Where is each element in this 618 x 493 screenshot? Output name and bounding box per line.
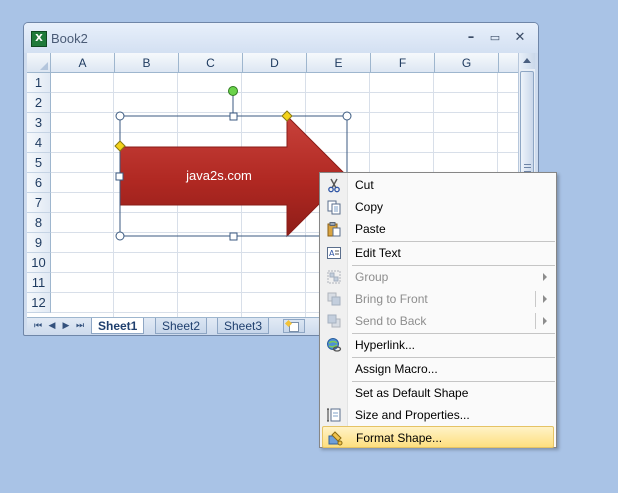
- menu-item-group[interactable]: Group: [322, 266, 554, 288]
- menu-label: Group: [355, 270, 389, 284]
- column-header-d[interactable]: D: [243, 53, 307, 73]
- column-header-c[interactable]: C: [179, 53, 243, 73]
- submenu-divider: [535, 313, 536, 329]
- column-header-a[interactable]: A: [51, 53, 115, 73]
- row-header-9[interactable]: 9: [27, 233, 51, 253]
- menu-item-format-shape[interactable]: Format Shape...: [322, 426, 554, 448]
- column-header-f[interactable]: F: [371, 53, 435, 73]
- last-sheet-icon[interactable]: ⏭: [74, 320, 86, 333]
- menu-item-size-and-properties[interactable]: Size and Properties...: [322, 404, 554, 426]
- column-header-h[interactable]: [499, 53, 518, 73]
- grip-icon: [524, 164, 531, 172]
- prev-sheet-icon[interactable]: ◀: [46, 320, 58, 333]
- row-header-5[interactable]: 5: [27, 153, 51, 173]
- insert-worksheet-icon[interactable]: [283, 319, 305, 333]
- copy-icon: [327, 200, 341, 215]
- format-shape-icon: [328, 431, 343, 446]
- menu-label: Copy: [355, 200, 384, 214]
- menu-label: Hyperlink...: [355, 338, 416, 352]
- row-header-6[interactable]: 6: [27, 173, 51, 193]
- row-header-2[interactable]: 2: [27, 93, 51, 113]
- submenu-arrow-icon: [543, 273, 547, 281]
- svg-text:A: A: [329, 249, 335, 258]
- bring-to-front-icon: [327, 292, 341, 306]
- scroll-up-icon[interactable]: [519, 53, 535, 69]
- menu-label: Assign Macro...: [355, 362, 438, 376]
- submenu-arrow-icon: [543, 317, 547, 325]
- menu-label: Format Shape...: [356, 431, 443, 445]
- group-icon: [327, 270, 341, 284]
- maximize-icon[interactable]: ▭: [486, 29, 504, 47]
- row-header-10[interactable]: 10: [27, 253, 51, 273]
- menu-item-paste[interactable]: Paste: [322, 218, 554, 240]
- first-sheet-icon[interactable]: ⏮: [32, 320, 44, 333]
- submenu-divider: [535, 291, 536, 307]
- menu-label: Edit Text: [355, 246, 401, 260]
- menu-label: Paste: [355, 222, 386, 236]
- hyperlink-icon: [327, 338, 342, 352]
- menu-item-send-to-back[interactable]: Send to Back: [322, 310, 554, 332]
- excel-icon[interactable]: X: [31, 31, 47, 47]
- shape-text[interactable]: java2s.com: [165, 168, 273, 183]
- menu-label: Size and Properties...: [355, 408, 470, 422]
- close-icon[interactable]: ✕: [511, 29, 529, 47]
- size-properties-icon: [327, 408, 341, 422]
- menu-item-cut[interactable]: Cut: [322, 174, 554, 196]
- menu-label: Cut: [355, 178, 374, 192]
- row-header-3[interactable]: 3: [27, 113, 51, 133]
- menu-label: Send to Back: [355, 314, 427, 328]
- window-title: Book2: [51, 31, 88, 46]
- minimize-icon[interactable]: –: [462, 29, 480, 47]
- title-bar[interactable]: X Book2 – ▭ ✕: [24, 23, 538, 53]
- next-sheet-icon[interactable]: ▶: [60, 320, 72, 333]
- row-header-12[interactable]: 12: [27, 293, 51, 313]
- menu-label: Bring to Front: [355, 292, 428, 306]
- tab-sheet2[interactable]: Sheet2: [155, 318, 208, 334]
- column-header-b[interactable]: B: [115, 53, 179, 73]
- select-all-corner[interactable]: [27, 53, 51, 73]
- column-header-e[interactable]: E: [307, 53, 371, 73]
- menu-item-set-default-shape[interactable]: Set as Default Shape: [322, 382, 554, 404]
- send-to-back-icon: [327, 314, 341, 328]
- menu-item-copy[interactable]: Copy: [322, 196, 554, 218]
- edit-text-icon: A: [327, 247, 341, 259]
- scissors-icon: [328, 178, 340, 193]
- row-header-7[interactable]: 7: [27, 193, 51, 213]
- tab-sheet3[interactable]: Sheet3: [217, 318, 270, 334]
- row-header-4[interactable]: 4: [27, 133, 51, 153]
- menu-item-hyperlink[interactable]: Hyperlink...: [322, 334, 554, 356]
- menu-item-bring-to-front[interactable]: Bring to Front: [322, 288, 554, 310]
- paste-icon: [327, 222, 341, 237]
- menu-item-assign-macro[interactable]: Assign Macro...: [322, 358, 554, 380]
- menu-item-edit-text[interactable]: A Edit Text: [322, 242, 554, 264]
- row-header-1[interactable]: 1: [27, 73, 51, 93]
- tab-sheet1[interactable]: Sheet1: [91, 318, 145, 334]
- submenu-arrow-icon: [543, 295, 547, 303]
- column-header-g[interactable]: G: [435, 53, 499, 73]
- context-menu: Cut Copy Paste A Edit Text Group Bring t…: [319, 172, 557, 448]
- menu-label: Set as Default Shape: [355, 386, 469, 400]
- row-header-11[interactable]: 11: [27, 273, 51, 293]
- row-header-8[interactable]: 8: [27, 213, 51, 233]
